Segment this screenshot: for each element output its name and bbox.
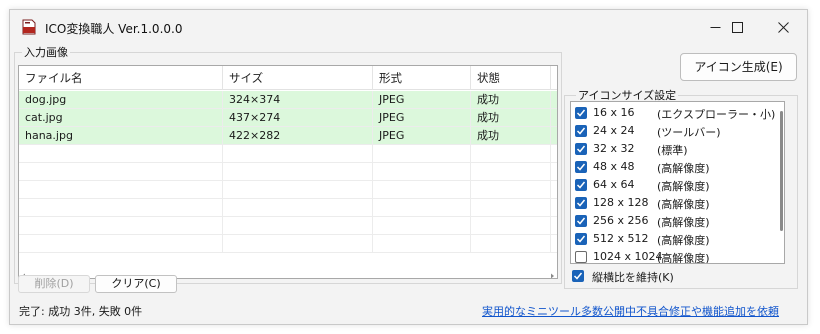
cell-status: 成功 xyxy=(471,127,551,145)
image-list-header: ファイル名 サイズ 形式 状態 xyxy=(19,66,557,90)
size-desc: (高解像度) xyxy=(657,216,710,229)
check-icon xyxy=(576,163,586,171)
column-header-size[interactable]: サイズ xyxy=(223,66,373,90)
app-icon xyxy=(22,19,36,35)
checkbox[interactable] xyxy=(575,161,587,173)
size-desc: (高解像度) xyxy=(657,162,710,175)
size-label: 16 x 16 xyxy=(593,106,635,119)
check-icon xyxy=(576,145,586,153)
size-option-48[interactable]: 48 x 48 (高解像度) xyxy=(571,158,784,176)
app-window: ICO変換職人 Ver.1.0.0.0 入力画像 ファイル名 サイズ 形式 状態… xyxy=(9,9,808,325)
empty-row xyxy=(19,217,557,235)
close-button[interactable] xyxy=(760,10,806,44)
empty-row xyxy=(19,235,557,253)
size-desc: (高解像度) xyxy=(657,234,710,247)
empty-row xyxy=(19,199,557,217)
image-list-body: dog.jpg 324×374 JPEG 成功 cat.jpg 437×274 … xyxy=(19,91,557,253)
size-option-64[interactable]: 64 x 64 (高解像度) xyxy=(571,176,784,194)
cell-size: 422×282 xyxy=(223,127,373,145)
cell-status: 成功 xyxy=(471,109,551,127)
cell-size: 437×274 xyxy=(223,109,373,127)
size-option-32[interactable]: 32 x 32 (標準) xyxy=(571,140,784,158)
checkbox[interactable] xyxy=(575,179,587,191)
size-option-256[interactable]: 256 x 256 (高解像度) xyxy=(571,212,784,230)
cell-filename: cat.jpg xyxy=(19,109,223,127)
request-link[interactable]: 不具合修正や機能追加を依頼 xyxy=(636,303,779,319)
size-option-1024[interactable]: 1024 x 1024 (高解像度) xyxy=(571,248,784,264)
size-label: 128 x 128 xyxy=(593,196,649,209)
size-desc: (高解像度) xyxy=(657,252,710,264)
clear-button[interactable]: クリア(C) xyxy=(95,275,177,293)
size-desc: (ツールバー) xyxy=(657,126,721,139)
maximize-icon xyxy=(731,21,743,33)
size-checklist[interactable]: 16 x 16 (エクスプローラー・小) 24 x 24 (ツールバー) 32 … xyxy=(570,101,785,264)
size-label: 64 x 64 xyxy=(593,178,635,191)
cell-format: JPEG xyxy=(373,127,471,145)
table-row[interactable]: cat.jpg 437×274 JPEG 成功 xyxy=(19,109,557,127)
status-text: 完了: 成功 3件, 失敗 0件 xyxy=(19,305,143,318)
input-group-label: 入力画像 xyxy=(22,44,70,60)
check-icon xyxy=(576,235,586,243)
size-desc: (標準) xyxy=(657,144,688,157)
table-row[interactable]: dog.jpg 324×374 JPEG 成功 xyxy=(19,91,557,109)
cell-format: JPEG xyxy=(373,109,471,127)
size-label: 32 x 32 xyxy=(593,142,635,155)
column-header-filename[interactable]: ファイル名 xyxy=(19,66,223,90)
checklist-scrollbar[interactable] xyxy=(780,111,783,231)
cell-format: JPEG xyxy=(373,91,471,109)
size-option-128[interactable]: 128 x 128 (高解像度) xyxy=(571,194,784,212)
size-label: 48 x 48 xyxy=(593,160,635,173)
keep-ratio-label: 縦横比を維持(K) xyxy=(592,271,674,284)
empty-row xyxy=(19,181,557,199)
checkbox[interactable] xyxy=(575,107,587,119)
generate-icon-button[interactable]: アイコン生成(E) xyxy=(680,53,797,81)
checkbox[interactable] xyxy=(575,143,587,155)
window-title: ICO変換職人 Ver.1.0.0.0 xyxy=(45,22,183,36)
close-icon xyxy=(777,21,789,33)
check-icon xyxy=(576,199,586,207)
check-icon xyxy=(576,217,586,225)
empty-row xyxy=(19,163,557,181)
title-bar[interactable]: ICO変換職人 Ver.1.0.0.0 xyxy=(10,10,807,44)
checkbox[interactable] xyxy=(575,251,587,263)
tools-link[interactable]: 実用的なミニツール多数公開中 xyxy=(482,303,636,319)
column-header-format[interactable]: 形式 xyxy=(373,66,471,90)
cell-filename: hana.jpg xyxy=(19,127,223,145)
keep-ratio-checkbox[interactable] xyxy=(572,270,584,282)
table-row[interactable]: hana.jpg 422×282 JPEG 成功 xyxy=(19,127,557,145)
size-option-24[interactable]: 24 x 24 (ツールバー) xyxy=(571,122,784,140)
size-label: 512 x 512 xyxy=(593,232,649,245)
size-label: 256 x 256 xyxy=(593,214,649,227)
checkbox[interactable] xyxy=(575,215,587,227)
check-icon xyxy=(573,272,583,280)
checkbox[interactable] xyxy=(575,197,587,209)
maximize-button[interactable] xyxy=(714,10,760,44)
size-option-512[interactable]: 512 x 512 (高解像度) xyxy=(571,230,784,248)
cell-size: 324×374 xyxy=(223,91,373,109)
delete-button[interactable]: 削除(D) xyxy=(18,275,90,293)
check-icon xyxy=(576,109,586,117)
size-desc: (高解像度) xyxy=(657,180,710,193)
cell-status: 成功 xyxy=(471,91,551,109)
checkbox[interactable] xyxy=(575,125,587,137)
size-desc: (エクスプローラー・小) xyxy=(657,108,776,121)
size-label: 24 x 24 xyxy=(593,124,635,137)
checkbox[interactable] xyxy=(575,233,587,245)
cell-filename: dog.jpg xyxy=(19,91,223,109)
empty-row xyxy=(19,145,557,163)
check-icon xyxy=(576,181,586,189)
image-list[interactable]: ファイル名 サイズ 形式 状態 dog.jpg 324×374 JPEG 成功 … xyxy=(18,65,558,279)
size-option-16[interactable]: 16 x 16 (エクスプローラー・小) xyxy=(571,104,784,122)
size-desc: (高解像度) xyxy=(657,198,710,211)
column-header-status[interactable]: 状態 xyxy=(471,66,551,90)
check-icon xyxy=(576,127,586,135)
size-label: 1024 x 1024 xyxy=(593,250,663,263)
